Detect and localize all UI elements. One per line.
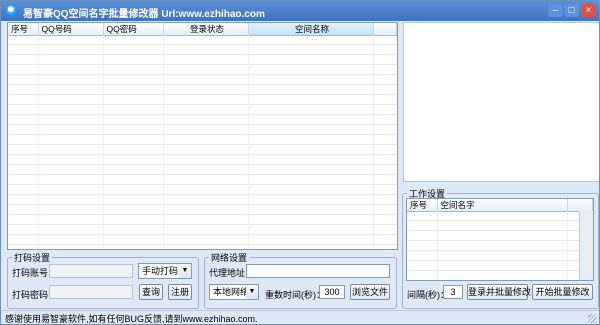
- column-header-index[interactable]: 序号: [407, 199, 438, 212]
- column-header-qq-password[interactable]: QQ密码: [103, 23, 164, 36]
- network-mode-select[interactable]: 本地网络 ▼: [209, 284, 259, 300]
- maximize-icon[interactable]: □: [564, 4, 579, 17]
- retry-time-label: 重数时间(秒)：: [265, 290, 325, 300]
- column-header-filler: [373, 23, 397, 36]
- column-header-index[interactable]: 序号: [8, 23, 39, 36]
- captcha-password-input[interactable]: [49, 285, 133, 299]
- captcha-mode-select[interactable]: 手动打码 ▼: [138, 263, 192, 279]
- preview-pane: [403, 22, 599, 182]
- chevron-down-icon: ▼: [179, 264, 191, 278]
- account-table-header: 序号 QQ号码 QQ密码 登录状态 空间名称: [8, 23, 397, 36]
- resize-grip-icon[interactable]: [588, 314, 597, 323]
- column-header-login-status[interactable]: 登录状态: [163, 23, 249, 36]
- space-name-table-header: 序号 空间名字: [407, 199, 593, 212]
- title-bar[interactable]: 易智豪QQ空间名字批量修改器 Url:www.ezhihao.com – □ ×: [1, 1, 599, 21]
- interval-input[interactable]: 3: [443, 285, 463, 299]
- register-button[interactable]: 注册: [168, 284, 192, 300]
- vertical-scrollbar[interactable]: [579, 211, 593, 280]
- browse-file-button[interactable]: 浏览文件: [350, 284, 390, 300]
- captcha-account-input[interactable]: [49, 264, 133, 278]
- minimize-icon[interactable]: –: [548, 4, 563, 17]
- query-button[interactable]: 查询: [139, 284, 163, 300]
- close-icon[interactable]: ×: [581, 4, 596, 17]
- network-mode-value: 本地网络: [213, 287, 250, 297]
- status-message: 感谢使用易智豪软件,如有任何BUG反馈,请到www.ezhihao.com.: [5, 314, 258, 324]
- start-batch-modify-button[interactable]: 开始批量修改: [532, 284, 593, 300]
- captcha-mode-value: 手动打码: [142, 266, 179, 276]
- app-logo-icon: [6, 5, 18, 17]
- chevron-down-icon: ▼: [246, 285, 258, 299]
- column-header-space-name[interactable]: 空间名称: [248, 23, 374, 36]
- network-settings-title: 网络设置: [211, 253, 248, 263]
- retry-time-input[interactable]: 300: [319, 285, 345, 299]
- captcha-settings-title: 打码设置: [14, 253, 51, 263]
- account-table-body[interactable]: [8, 35, 397, 249]
- app-window: 易智豪QQ空间名字批量修改器 Url:www.ezhihao.com – □ ×…: [0, 0, 600, 325]
- column-header-space-name[interactable]: 空间名字: [437, 199, 568, 212]
- space-name-table[interactable]: 序号 空间名字: [406, 198, 594, 281]
- account-table[interactable]: 序号 QQ号码 QQ密码 登录状态 空间名称: [7, 22, 398, 250]
- status-bar: 感谢使用易智豪软件,如有任何BUG反馈,请到www.ezhihao.com.: [1, 310, 599, 324]
- proxy-address-input[interactable]: [246, 264, 390, 278]
- column-header-filler: [567, 199, 593, 212]
- login-and-modify-button[interactable]: 登录并批量修改: [467, 284, 531, 300]
- space-name-table-body[interactable]: [407, 211, 593, 280]
- column-header-qq-number[interactable]: QQ号码: [38, 23, 104, 36]
- window-title: 易智豪QQ空间名字批量修改器 Url:www.ezhihao.com: [23, 9, 265, 20]
